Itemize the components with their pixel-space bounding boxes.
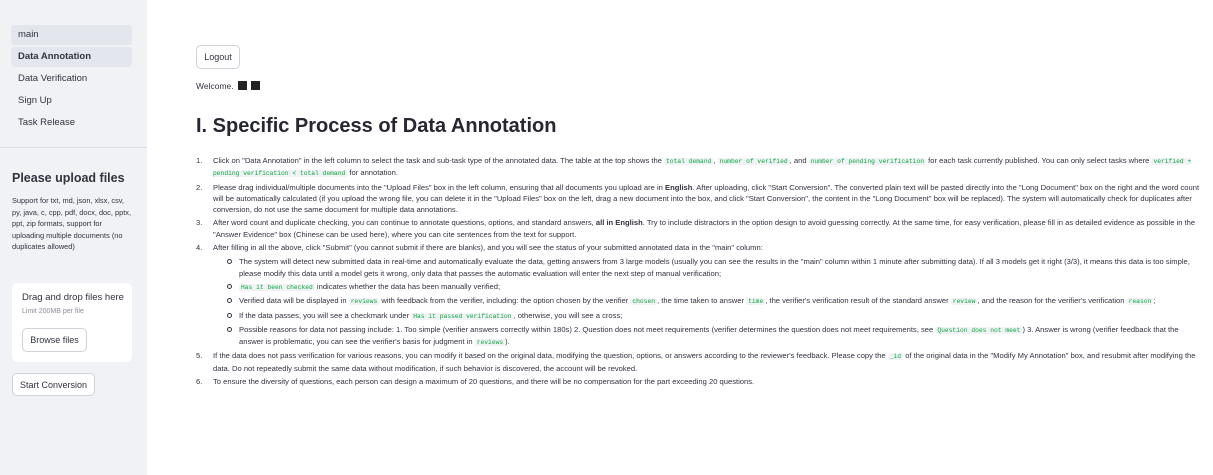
sidebar-item-data-annotation[interactable]: Data Annotation bbox=[11, 47, 132, 67]
text-segment: Please drag individual/multiple document… bbox=[213, 182, 665, 192]
text-segment: To ensure the diversity of questions, ea… bbox=[213, 377, 755, 387]
bold-text: English bbox=[665, 182, 693, 192]
text-segment: After word count and duplicate checking,… bbox=[213, 218, 596, 228]
list-number: 1. bbox=[196, 156, 203, 165]
list-item-text: Please drag individual/multiple document… bbox=[205, 182, 1204, 216]
text-segment: , and the reason for the verifier's veri… bbox=[977, 296, 1127, 306]
text-segment: , the time taken to answer bbox=[657, 296, 747, 306]
inline-code: reviews bbox=[474, 339, 506, 347]
upload-title: Please upload files bbox=[12, 171, 125, 185]
inline-code: review bbox=[950, 298, 978, 306]
list-item-text: If the data does not pass verification f… bbox=[205, 350, 1204, 374]
bold-text: all in English bbox=[595, 218, 643, 228]
sidebar-item-sign-up[interactable]: Sign Up bbox=[11, 91, 132, 111]
sidebar-item-data-verification[interactable]: Data Verification bbox=[11, 69, 132, 89]
sub-list-item: Verified data will be displayed in revie… bbox=[205, 295, 1204, 307]
text-segment: Click on "Data Annotation" in the left c… bbox=[213, 156, 665, 165]
sub-list-item: Has it been checked indicates whether th… bbox=[205, 281, 1204, 293]
page-title: I. Specific Process of Data Annotation bbox=[196, 115, 557, 137]
inline-code: number of pending verification bbox=[808, 158, 927, 165]
circle-bullet-icon bbox=[227, 259, 232, 265]
inline-code: Has it passed verification bbox=[411, 312, 514, 320]
text-segment: , bbox=[713, 156, 718, 165]
inline-code: reason bbox=[1126, 298, 1154, 306]
instructions-list: 1. Click on "Data Annotation" in the left… bbox=[196, 155, 1204, 389]
text-segment: If the data passes, you will see a check… bbox=[239, 310, 412, 320]
inline-code: number of verified bbox=[717, 158, 790, 165]
browse-files-button[interactable]: Browse files bbox=[22, 328, 87, 352]
circle-bullet-icon bbox=[227, 283, 232, 289]
inline-code: _id bbox=[887, 353, 904, 361]
text-segment: , otherwise, you will see a cross; bbox=[513, 310, 623, 320]
inline-code: reviews bbox=[348, 298, 380, 306]
list-number: 5. bbox=[196, 351, 203, 361]
text-segment: Verified data will be displayed in bbox=[239, 296, 349, 306]
start-conversion-button[interactable]: Start Conversion bbox=[12, 373, 95, 396]
dropzone-limit: Limit 200MB per file bbox=[22, 308, 84, 315]
list-item: 5. If the data does not pass verification… bbox=[196, 350, 1204, 374]
text-segment: , the verifier's verification result of … bbox=[765, 296, 951, 306]
list-item-text: Click on "Data Annotation" in the left c… bbox=[205, 155, 1204, 180]
sub-list-item: If the data passes, you will see a check… bbox=[205, 310, 1204, 322]
list-item-text: After filling in all the above, click "S… bbox=[205, 242, 1204, 253]
inline-code: chosen bbox=[630, 298, 658, 306]
text-segment: indicates whether the data has been manu… bbox=[314, 281, 501, 291]
sidebar: main Data Annotation Data Verification S… bbox=[0, 0, 147, 475]
sidebar-item-main[interactable]: main bbox=[11, 25, 132, 45]
list-number: 4. bbox=[196, 243, 203, 253]
redacted-name-block bbox=[237, 81, 247, 90]
circle-bullet-icon bbox=[227, 298, 232, 304]
list-number: 2. bbox=[196, 182, 203, 192]
sub-list-item: The system will detect new submitted dat… bbox=[205, 256, 1204, 279]
text-segment: After filling in all the above, click "S… bbox=[213, 243, 763, 253]
welcome-text: Welcome. bbox=[196, 81, 234, 91]
logout-button[interactable]: Logout bbox=[196, 45, 240, 69]
text-segment: If the data does not pass verification f… bbox=[213, 351, 888, 361]
list-item-text: After word count and duplicate checking,… bbox=[205, 217, 1204, 240]
text-segment: with feedback from the verifier, includi… bbox=[379, 296, 631, 306]
text-segment: ; bbox=[1153, 296, 1156, 306]
redacted-name-block bbox=[250, 81, 260, 90]
circle-bullet-icon bbox=[227, 312, 232, 318]
sidebar-divider bbox=[0, 147, 147, 148]
sidebar-item-task-release[interactable]: Task Release bbox=[11, 113, 132, 133]
text-segment: ). bbox=[505, 337, 510, 347]
dropzone-title: Drag and drop files here bbox=[22, 292, 124, 303]
text-segment: Possible reasons for data not passing in… bbox=[239, 324, 936, 334]
list-item: 3. After word count and duplicate checkin… bbox=[196, 217, 1204, 240]
list-number: 6. bbox=[196, 377, 203, 387]
list-item-text: To ensure the diversity of questions, ea… bbox=[205, 376, 1204, 387]
circle-bullet-icon bbox=[227, 326, 232, 332]
inline-code: time bbox=[746, 298, 766, 306]
list-item: 2. Please drag individual/multiple docume… bbox=[196, 182, 1204, 216]
list-item: 6. To ensure the diversity of questions, … bbox=[196, 376, 1204, 387]
inline-code: Has it been checked bbox=[239, 283, 315, 291]
text-segment: for each task currently published. You c… bbox=[926, 156, 1152, 165]
text-segment: for annotation. bbox=[347, 168, 398, 178]
file-dropzone[interactable]: Drag and drop files here Limit 200MB per… bbox=[12, 283, 132, 362]
list-item: 1. Click on "Data Annotation" in the left… bbox=[196, 155, 1204, 180]
text-segment: The system will detect new submitted dat… bbox=[239, 257, 1190, 278]
inline-code: Question does not meet bbox=[935, 326, 1023, 334]
welcome-message: Welcome. bbox=[196, 81, 260, 91]
sidebar-nav: main Data Annotation Data Verification S… bbox=[11, 25, 132, 135]
list-item: 4. After filling in all the above, click … bbox=[196, 242, 1204, 348]
sub-list-item: Possible reasons for data not passing in… bbox=[205, 324, 1204, 349]
inline-code: total demand bbox=[664, 158, 714, 165]
upload-help-text: Support for txt, md, json, xlsx, csv, py… bbox=[12, 196, 131, 252]
sub-list: The system will detect new submitted dat… bbox=[205, 256, 1204, 348]
list-number: 3. bbox=[196, 218, 203, 228]
text-segment: , and bbox=[789, 156, 809, 165]
